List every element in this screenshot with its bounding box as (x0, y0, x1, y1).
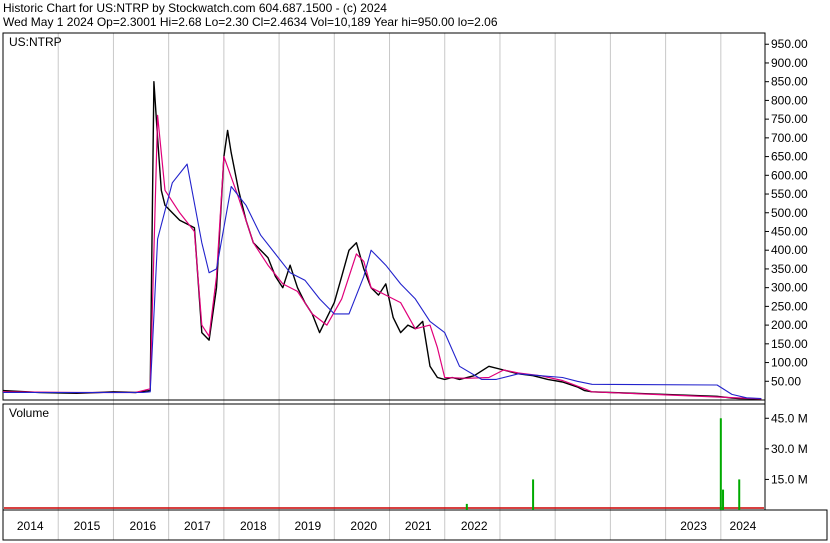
price-y-tick-label: 50.00 (771, 374, 801, 388)
x-axis-label: 2019 (294, 519, 321, 533)
price-y-ticks: 50.00 100.00 150.00 200.00 250.00 300.00 350.0… (765, 37, 808, 388)
x-axis-label: 2020 (350, 519, 377, 533)
volume-y-tick-label: 30.0 M (771, 442, 808, 456)
volume-bar (465, 503, 468, 510)
x-axis-label: 2015 (74, 519, 101, 533)
x-axis-label: 2014 (17, 519, 44, 533)
volume-panel-label: Volume (9, 406, 49, 420)
price-panel-label: US:NTRP (9, 35, 62, 49)
price-y-tick-label: 750.00 (771, 112, 808, 126)
price-y-tick-label: 850.00 (771, 75, 808, 89)
volume-y-tick-label: 15.0 M (771, 472, 808, 486)
price-y-tick-label: 300.00 (771, 281, 808, 295)
price-panel-frame (2, 32, 766, 401)
series-line-ma-long (3, 163, 762, 400)
price-y-tick-label: 700.00 (771, 131, 808, 145)
x-axis-labels: 2014 2015 2016 2017 2018 2019 2020 2021 2022 2023… (17, 519, 757, 533)
volume-y-tick-label: 45.0 M (771, 411, 808, 425)
price-y-tick-label: 400.00 (771, 243, 808, 257)
x-axis-label: 2024 (730, 519, 757, 533)
price-y-tick-label: 800.00 (771, 93, 808, 107)
volume-bar (722, 489, 725, 510)
series-line-price (2, 80, 762, 400)
price-y-tick-label: 350.00 (771, 262, 808, 276)
volume-bars (465, 418, 741, 510)
volume-panel-frame (2, 403, 766, 511)
price-y-tick-label: 100.00 (771, 356, 808, 370)
x-axis-label: 2023 (680, 519, 707, 533)
volume-y-ticks: 15.0 M 30.0 M 45.0 M (765, 411, 808, 486)
chart-window: Historic Chart for US:NTRP by Stockwatch… (0, 0, 830, 543)
price-series (2, 80, 762, 400)
x-axis-label: 2017 (184, 519, 211, 533)
year-gridlines (57, 33, 722, 540)
x-axis-label: 2016 (130, 519, 157, 533)
historic-chart: US:NTRP Volume 50.00 100.00 150.00 200.00 250.… (2, 32, 828, 541)
series-line-ma-short (2, 114, 762, 400)
x-axis-label: 2018 (240, 519, 267, 533)
price-y-tick-label: 550.00 (771, 187, 808, 201)
volume-bar (719, 418, 722, 510)
price-y-tick-label: 650.00 (771, 150, 808, 164)
price-y-tick-label: 950.00 (771, 37, 808, 51)
volume-bar (532, 479, 535, 510)
price-y-tick-label: 200.00 (771, 318, 808, 332)
price-y-tick-label: 600.00 (771, 168, 808, 182)
price-y-tick-label: 450.00 (771, 224, 808, 238)
price-y-tick-label: 150.00 (771, 337, 808, 351)
price-y-tick-label: 900.00 (771, 56, 808, 70)
price-y-tick-label: 250.00 (771, 299, 808, 313)
volume-bar (738, 479, 741, 510)
x-axis-label: 2022 (461, 519, 488, 533)
price-y-tick-label: 500.00 (771, 206, 808, 220)
x-axis-label: 2021 (405, 519, 432, 533)
